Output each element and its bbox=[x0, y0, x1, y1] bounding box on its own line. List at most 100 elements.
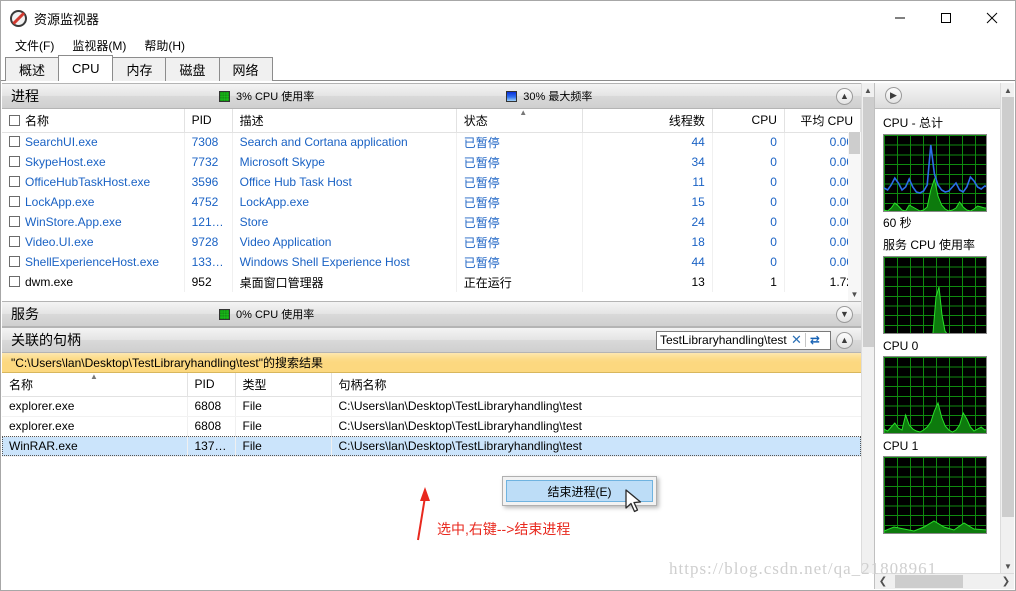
handles-col-handle-name[interactable]: 句柄名称 bbox=[331, 373, 861, 397]
tab-bar: 概述 CPU 内存 磁盘 网络 bbox=[1, 55, 1015, 82]
clear-x-icon[interactable]: ✕ bbox=[788, 332, 805, 348]
graph-title-cpu1: CPU 1 bbox=[883, 439, 919, 453]
cell-name: LockApp.exe bbox=[2, 192, 185, 212]
graph-cpu1 bbox=[883, 456, 987, 534]
cell-threads: 44 bbox=[582, 252, 713, 272]
chevron-up-icon[interactable]: ▲ bbox=[836, 331, 853, 349]
cell-handle: C:\Users\lan\Desktop\TestLibraryhandling… bbox=[331, 396, 861, 417]
cell-threads: 15 bbox=[582, 192, 713, 212]
col-avg-cpu[interactable]: 平均 CPU bbox=[784, 109, 861, 133]
processes-title: 进程 bbox=[11, 88, 39, 104]
scrollbar-thumb[interactable] bbox=[849, 132, 860, 154]
cell-name: Video.UI.exe bbox=[2, 232, 185, 252]
table-row[interactable]: SearchUI.exe 7308 Search and Cortana appli… bbox=[2, 132, 861, 152]
scrollbar-thumb[interactable] bbox=[1002, 97, 1014, 517]
cell-threads: 11 bbox=[582, 172, 713, 192]
handles-col-pid[interactable]: PID bbox=[187, 373, 236, 397]
scroll-up-icon[interactable]: ▲ bbox=[1001, 83, 1015, 97]
table-row[interactable]: SkypeHost.exe 7732 Microsoft Skype 已暂停 34 0 0.… bbox=[2, 152, 861, 172]
cell-cpu: 0 bbox=[712, 192, 785, 212]
cell-cpu: 1 bbox=[712, 272, 785, 292]
cell-status: 已暂停 bbox=[456, 152, 583, 172]
services-section-header[interactable]: 服务 0% CPU 使用率 ▼ bbox=[2, 301, 861, 327]
chevron-up-icon[interactable]: ▲ bbox=[836, 87, 853, 105]
handles-section-header[interactable]: 关联的句柄 ✕ ⇄ ▲ bbox=[2, 327, 861, 353]
left-pane-scrollbar[interactable]: ▲ ▼ bbox=[861, 83, 875, 589]
table-row[interactable]: LockApp.exe 4752 LockApp.exe 已暂停 15 0 0.00 bbox=[2, 192, 861, 212]
chevron-down-icon[interactable]: ▼ bbox=[836, 305, 853, 323]
scrollbar-thumb[interactable] bbox=[863, 97, 874, 347]
cell-cpu: 0 bbox=[712, 232, 785, 252]
handles-table-body: explorer.exe 6808 File C:\Users\lan\Desktop… bbox=[2, 396, 861, 457]
cell-pid: 952 bbox=[184, 272, 233, 292]
row-checkbox[interactable] bbox=[9, 216, 20, 227]
graphs-vertical-scrollbar[interactable]: ▲ ▼ bbox=[1000, 83, 1014, 573]
graph-cpu-total bbox=[883, 134, 987, 212]
services-title: 服务 bbox=[11, 306, 39, 322]
cell-pid: 4752 bbox=[184, 192, 233, 212]
cell-status: 正在运行 bbox=[456, 272, 583, 292]
processes-table: 名称 PID 描述 ▲ 状态 线程数 CPU 平均 CPU SearchUI.ex… bbox=[2, 109, 861, 292]
scroll-down-icon[interactable]: ▼ bbox=[848, 287, 861, 301]
table-row[interactable]: OfficeHubTaskHost.exe 3596 Office Hub Task… bbox=[2, 172, 861, 192]
menu-help[interactable]: 帮助(H) bbox=[136, 35, 193, 56]
menu-monitor[interactable]: 监视器(M) bbox=[64, 35, 134, 56]
tab-cpu[interactable]: CPU bbox=[58, 55, 114, 82]
tab-overview[interactable]: 概述 bbox=[5, 57, 60, 81]
cell-desc: Windows Shell Experience Host bbox=[232, 252, 457, 272]
graphs-pane-header: ▶ bbox=[875, 83, 1014, 109]
table-row[interactable]: explorer.exe 6808 File C:\Users\lan\Desktop… bbox=[2, 416, 861, 437]
window-controls bbox=[877, 1, 1015, 35]
cell-threads: 24 bbox=[582, 212, 713, 232]
col-cpu[interactable]: CPU bbox=[712, 109, 785, 133]
scroll-down-icon[interactable]: ▼ bbox=[1001, 559, 1015, 573]
tab-disk[interactable]: 磁盘 bbox=[165, 57, 220, 81]
cell-pid: 12160 bbox=[184, 212, 233, 232]
row-checkbox[interactable] bbox=[9, 276, 20, 287]
col-name[interactable]: 名称 bbox=[2, 109, 185, 133]
handle-search-box[interactable]: ✕ ⇄ bbox=[656, 330, 831, 350]
col-status[interactable]: ▲ 状态 bbox=[456, 109, 583, 133]
resource-monitor-window: 资源监视器 文件(F) 监视器(M) 帮助(H) 概述 CPU 内存 磁盘 网络 bbox=[0, 0, 1016, 591]
menu-file[interactable]: 文件(F) bbox=[7, 35, 62, 56]
table-row[interactable]: ShellExperienceHost.exe 13308 Windows Shel… bbox=[2, 252, 861, 272]
handles-col-type[interactable]: 类型 bbox=[235, 373, 332, 397]
maximize-button[interactable] bbox=[923, 1, 969, 35]
close-button[interactable] bbox=[969, 1, 1015, 35]
row-checkbox[interactable] bbox=[9, 256, 20, 267]
table-row[interactable]: WinStore.App.exe 12160 Store 已暂停 24 0 0.00 bbox=[2, 212, 861, 232]
cell-pid: 9728 bbox=[184, 232, 233, 252]
tab-network[interactable]: 网络 bbox=[218, 57, 273, 81]
table-row-selected[interactable]: WinRAR.exe 13776 File C:\Users\lan\Desktop\… bbox=[2, 436, 861, 457]
row-checkbox[interactable] bbox=[9, 236, 20, 247]
processes-scrollbar[interactable]: ▼ bbox=[848, 132, 861, 301]
table-row[interactable]: explorer.exe 6808 File C:\Users\lan\Desktop… bbox=[2, 396, 861, 417]
row-checkbox[interactable] bbox=[9, 176, 20, 187]
tab-memory[interactable]: 内存 bbox=[112, 57, 167, 81]
cell-threads: 34 bbox=[582, 152, 713, 172]
minimize-button[interactable] bbox=[877, 1, 923, 35]
title-bar: 资源监视器 bbox=[1, 1, 1015, 35]
table-row[interactable]: dwm.exe 952 桌面窗口管理器 正在运行 13 1 1.72 bbox=[2, 272, 861, 292]
handles-col-name[interactable]: ▲ 名称 bbox=[2, 372, 188, 397]
chevron-right-icon[interactable]: ▶ bbox=[885, 87, 902, 104]
col-description[interactable]: 描述 bbox=[232, 109, 457, 133]
table-row[interactable]: Video.UI.exe 9728 Video Application 已暂停 18 0 0… bbox=[2, 232, 861, 252]
row-checkbox[interactable] bbox=[9, 196, 20, 207]
processes-section-header[interactable]: 进程 3% CPU 使用率 30% 最大频率 ▲ bbox=[2, 83, 861, 109]
row-checkbox[interactable] bbox=[9, 156, 20, 167]
search-results-banner: "C:\Users\lan\Desktop\TestLibraryhandlin… bbox=[2, 353, 861, 373]
scroll-up-icon[interactable]: ▲ bbox=[861, 83, 875, 97]
select-all-checkbox[interactable] bbox=[9, 114, 20, 126]
col-pid[interactable]: PID bbox=[184, 109, 233, 133]
cell-type: File bbox=[235, 396, 332, 417]
cell-desc: Video Application bbox=[232, 232, 457, 252]
row-checkbox[interactable] bbox=[9, 136, 20, 148]
scroll-right-icon[interactable]: ❯ bbox=[998, 574, 1014, 589]
cell-desc: Microsoft Skype bbox=[232, 152, 457, 172]
cell-pid: 7308 bbox=[184, 132, 233, 152]
search-input[interactable] bbox=[660, 333, 788, 347]
refresh-icon[interactable]: ⇄ bbox=[806, 333, 824, 347]
cell-pid: 7732 bbox=[184, 152, 233, 172]
col-threads[interactable]: 线程数 bbox=[582, 109, 713, 133]
